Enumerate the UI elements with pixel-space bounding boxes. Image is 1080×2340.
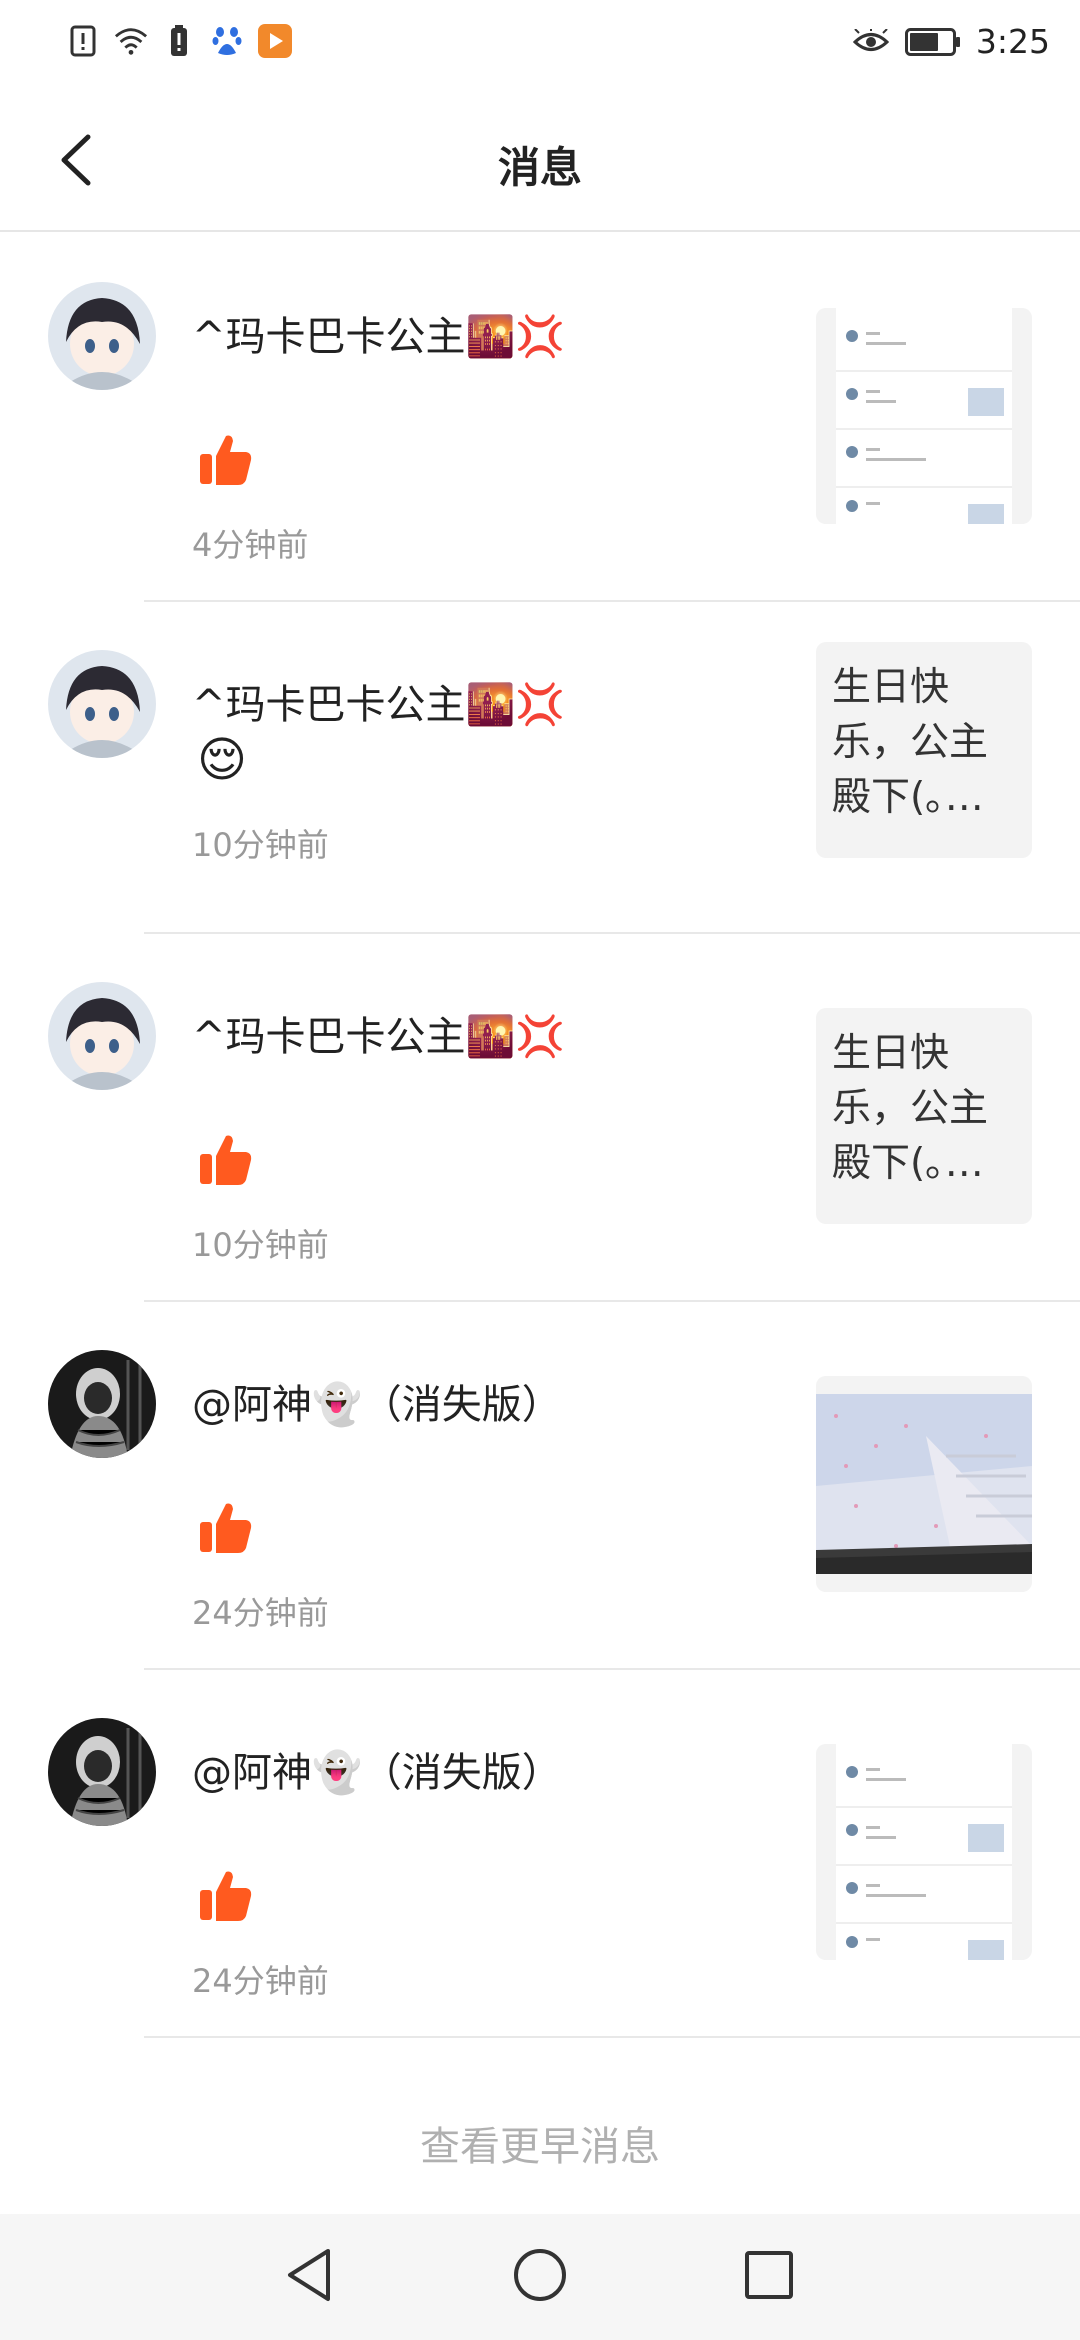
page-title: 消息 (497, 143, 582, 192)
message-content: 😌 (196, 732, 248, 788)
post-thumbnail[interactable]: 生日快乐，公主殿下(｡… (816, 642, 1032, 858)
sender-name[interactable]: ^玛卡巴卡公主🌇💢 (192, 672, 565, 730)
baidu-paw-icon (210, 24, 244, 58)
system-nav-bar (0, 2214, 1080, 2340)
nav-back-button[interactable] (276, 2244, 342, 2310)
back-triangle-icon (284, 2247, 334, 2307)
wifi-icon (114, 24, 148, 58)
list-item[interactable]: ^玛卡巴卡公主🌇💢 😌 10分钟前 生日快乐，公主殿下(｡… (0, 602, 1080, 934)
avatar[interactable] (48, 1350, 156, 1458)
message-time: 24分钟前 (192, 1962, 329, 2000)
play-app-icon (258, 24, 292, 58)
battery-saver-icon (162, 24, 196, 58)
sender-name[interactable]: ^玛卡巴卡公主🌇💢 (192, 1004, 565, 1062)
alert-icon (66, 24, 100, 58)
like-icon (196, 430, 256, 490)
nav-home-button[interactable] (507, 2244, 573, 2310)
like-icon (196, 1130, 256, 1190)
post-thumbnail[interactable] (816, 1376, 1032, 1592)
post-thumbnail[interactable] (816, 1744, 1032, 1960)
message-time: 24分钟前 (192, 1594, 329, 1632)
sender-name[interactable]: ^玛卡巴卡公主🌇💢 (192, 304, 565, 362)
list-item[interactable]: @阿神👻（消失版） 24分钟前 (0, 1302, 1080, 1670)
list-item[interactable]: ^玛卡巴卡公主🌇💢 4分钟前 (0, 234, 1080, 602)
divider (144, 2036, 1080, 2038)
avatar[interactable] (48, 650, 156, 758)
message-time: 10分钟前 (192, 826, 329, 864)
thumbnail-text: 生日快乐，公主殿下(｡… (832, 665, 989, 820)
list-item[interactable]: ^玛卡巴卡公主🌇💢 10分钟前 生日快乐，公主殿下(｡… (0, 934, 1080, 1302)
like-icon (196, 1866, 256, 1926)
avatar[interactable] (48, 982, 156, 1090)
like-icon (196, 1498, 256, 1558)
message-list: ^玛卡巴卡公主🌇💢 4分钟前 ^玛卡巴卡公主🌇💢 😌 10分钟前 生日快乐，公主… (0, 234, 1080, 2038)
status-time: 3:25 (975, 22, 1050, 61)
header-bar: 消息 (0, 90, 1080, 232)
recents-square-icon (743, 2249, 795, 2305)
thumbnail-text: 生日快乐，公主殿下(｡… (832, 1031, 989, 1186)
nav-recents-button[interactable] (736, 2244, 802, 2310)
status-right: 3:25 (852, 22, 1050, 61)
avatar[interactable] (48, 282, 156, 390)
status-left-icons (66, 24, 292, 58)
avatar[interactable] (48, 1718, 156, 1826)
post-thumbnail[interactable]: 生日快乐，公主殿下(｡… (816, 1008, 1032, 1224)
battery-icon (904, 25, 962, 59)
message-time: 4分钟前 (192, 526, 309, 564)
list-item[interactable]: @阿神👻（消失版） 24分钟前 (0, 1670, 1080, 2038)
eye-icon (852, 25, 890, 59)
status-bar: 3:25 (0, 0, 1080, 90)
message-time: 10分钟前 (192, 1226, 329, 1264)
home-circle-icon (512, 2247, 568, 2307)
post-thumbnail[interactable] (816, 308, 1032, 524)
load-earlier-messages-link[interactable]: 查看更早消息 (0, 2114, 1080, 2172)
sender-name[interactable]: @阿神👻（消失版） (192, 1740, 562, 1798)
sender-name[interactable]: @阿神👻（消失版） (192, 1372, 562, 1430)
